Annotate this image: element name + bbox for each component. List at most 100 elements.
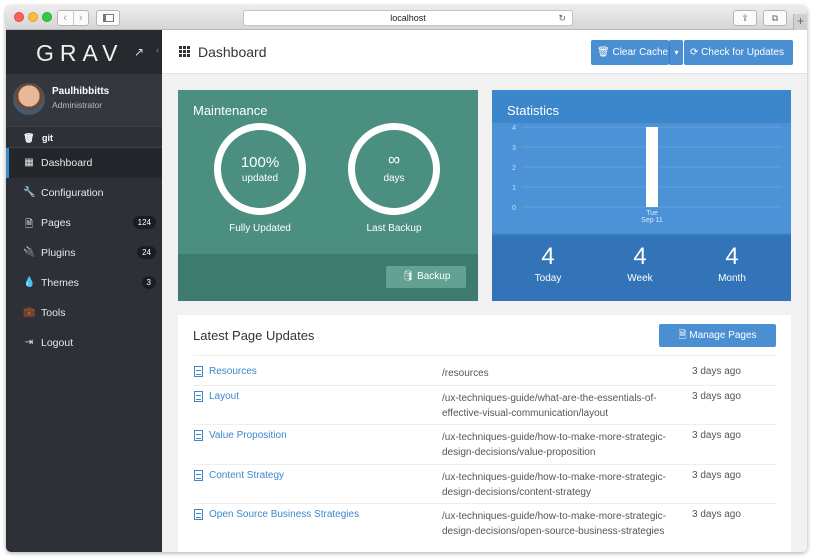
briefcase-icon: 💼: [23, 307, 36, 318]
sidebar-item-label: Pages: [41, 217, 71, 229]
external-link-icon[interactable]: ↗: [134, 45, 144, 59]
month-label: Month: [718, 273, 746, 284]
minimize-window-button[interactable]: [28, 12, 38, 22]
backup-value: ∞: [387, 150, 401, 169]
backup-label: Last Backup: [366, 223, 422, 234]
count-badge: 124: [132, 216, 156, 229]
sidebar-toggle-icon[interactable]: [96, 10, 120, 26]
clear-cache-button[interactable]: 🗑 Clear Cache: [591, 40, 669, 65]
file-icon: [194, 391, 203, 402]
page-header: Dashboard 🗑 Clear Cache ▾ ⟳ Check for Up…: [162, 30, 807, 74]
backup-button-label: Backup: [417, 271, 451, 282]
sign-out-icon: ⇥: [24, 337, 34, 348]
sidebar-item-label: Plugins: [41, 247, 76, 259]
zoom-window-button[interactable]: [42, 12, 52, 22]
share-icon[interactable]: ⇪: [733, 10, 757, 26]
clear-cache-label: Clear Cache: [612, 47, 669, 58]
maintenance-title: Maintenance: [193, 103, 268, 118]
caret-down-icon: ▾: [674, 48, 679, 57]
page-title-link[interactable]: Content Strategy: [209, 470, 284, 481]
address-bar[interactable]: localhost ↻: [243, 10, 573, 26]
avatar: [13, 83, 45, 115]
page-date: 3 days ago: [692, 430, 741, 441]
sidebar: GRAV ↗ ‹ Paulhibbitts Administrator 🗑 gi…: [6, 30, 162, 552]
page-route: /ux-techniques-guide/what-are-the-essent…: [442, 393, 657, 419]
stat-month: 4 Month: [692, 243, 772, 284]
history-nav: ‹ ›: [57, 10, 89, 26]
week-label: Week: [627, 273, 653, 284]
file-icon: 🗎: [678, 330, 687, 341]
sidebar-item-dashboard[interactable]: ▦ Dashboard: [6, 148, 162, 178]
today-label: Today: [534, 273, 562, 284]
page-route: /ux-techniques-guide/how-to-make-more-st…: [442, 511, 666, 537]
count-badge: 3: [141, 276, 156, 289]
today-value: 4: [541, 243, 555, 270]
statistics-card: Statistics 0 1 2 3 4 Tue Sep 11 4 Today 4 Week…: [492, 90, 791, 301]
dashboard-grid-icon: [179, 46, 191, 57]
page-date: 3 days ago: [692, 391, 741, 402]
visits-chart-svg: 0 1 2 3 4 TueSep 11: [512, 125, 782, 224]
page-route: /ux-techniques-guide/how-to-make-more-st…: [442, 472, 666, 498]
back-icon[interactable]: ‹: [58, 11, 74, 25]
refresh-icon: ⟳: [690, 47, 699, 58]
git-item[interactable]: 🗑 git: [6, 126, 162, 148]
y-tick-label: 1: [512, 185, 516, 192]
table-row: Open Source Business Strategies/ux-techn…: [193, 504, 776, 544]
grav-logo[interactable]: GRAV: [36, 40, 123, 67]
divider: [193, 355, 776, 356]
collapse-sidebar-icon[interactable]: ‹: [156, 45, 159, 55]
sidebar-item-logout[interactable]: ⇥ Logout: [6, 328, 162, 358]
chart-bar[interactable]: [646, 127, 658, 207]
trash-icon: 🗑: [597, 47, 610, 58]
backup-button[interactable]: 🛢 Backup: [386, 266, 466, 288]
url-text: localhost: [390, 13, 426, 23]
statistics-footer: 4 Today 4 Week 4 Month: [492, 235, 791, 301]
page-title: Dashboard: [198, 44, 267, 60]
page-title-link[interactable]: Value Proposition: [209, 430, 287, 441]
page-title-link[interactable]: Resources: [209, 366, 257, 377]
grid-icon: ▦: [24, 157, 34, 168]
count-badge: 24: [137, 246, 156, 259]
trash-icon: 🗑: [23, 133, 35, 143]
file-icon: [194, 509, 203, 520]
table-row: Layout/ux-techniques-guide/what-are-the-…: [193, 386, 776, 425]
updated-ring: 100% updated: [214, 123, 306, 215]
clear-cache-dropdown-button[interactable]: ▾: [669, 40, 683, 65]
stat-today: 4 Today: [508, 243, 588, 284]
main-content: Dashboard 🗑 Clear Cache ▾ ⟳ Check for Up…: [162, 30, 807, 552]
page-date: 3 days ago: [692, 366, 741, 377]
new-tab-icon[interactable]: +: [793, 14, 807, 30]
sidebar-item-plugins[interactable]: 🔌 Plugins 24: [6, 238, 162, 268]
sidebar-item-label: Logout: [41, 337, 74, 349]
user-panel[interactable]: Paulhibbitts Administrator: [6, 74, 162, 126]
browser-window: ‹ › localhost ↻ ⇪ ⧉ + GRAV ↗ ‹ Paulhibbi…: [6, 6, 807, 552]
tabs-icon[interactable]: ⧉: [763, 10, 787, 26]
forward-icon[interactable]: ›: [74, 11, 89, 25]
file-icon: 🗎: [24, 219, 34, 230]
logo-bar: GRAV ↗ ‹: [6, 30, 162, 74]
browser-titlebar: ‹ › localhost ↻ ⇪ ⧉ +: [6, 6, 807, 30]
sidebar-item-tools[interactable]: 💼 Tools: [6, 298, 162, 328]
table-row: Resources/resources 3 days ago: [193, 361, 776, 386]
month-value: 4: [725, 243, 739, 270]
stat-week: 4 Week: [600, 243, 680, 284]
x-tick-label: Tue: [646, 210, 658, 217]
reload-icon[interactable]: ↻: [558, 11, 566, 25]
latest-pages-card: Latest Page Updates 🗎 Manage Pages Resou…: [178, 315, 791, 552]
maintenance-footer: 🛢 Backup: [178, 254, 478, 301]
sidebar-item-label: Dashboard: [41, 157, 93, 169]
manage-pages-button[interactable]: 🗎 Manage Pages: [659, 324, 776, 347]
close-window-button[interactable]: [14, 12, 24, 22]
sidebar-item-pages[interactable]: 🗎 Pages 124: [6, 208, 162, 238]
page-title-link[interactable]: Open Source Business Strategies: [209, 509, 359, 520]
user-role: Administrator: [52, 100, 103, 110]
maintenance-card: Maintenance 100% updated ∞ days Fully Up…: [178, 90, 478, 301]
week-value: 4: [633, 243, 647, 270]
page-title-link[interactable]: Layout: [209, 391, 239, 402]
check-updates-button[interactable]: ⟳ Check for Updates: [684, 40, 793, 65]
git-label: git: [42, 133, 53, 143]
sidebar-item-configuration[interactable]: 🔧 Configuration: [6, 178, 162, 208]
sidebar-item-themes[interactable]: 💧 Themes 3: [6, 268, 162, 298]
database-icon: 🛢: [401, 271, 415, 282]
visits-chart: 0 1 2 3 4 Tue Sep 11: [492, 123, 791, 233]
